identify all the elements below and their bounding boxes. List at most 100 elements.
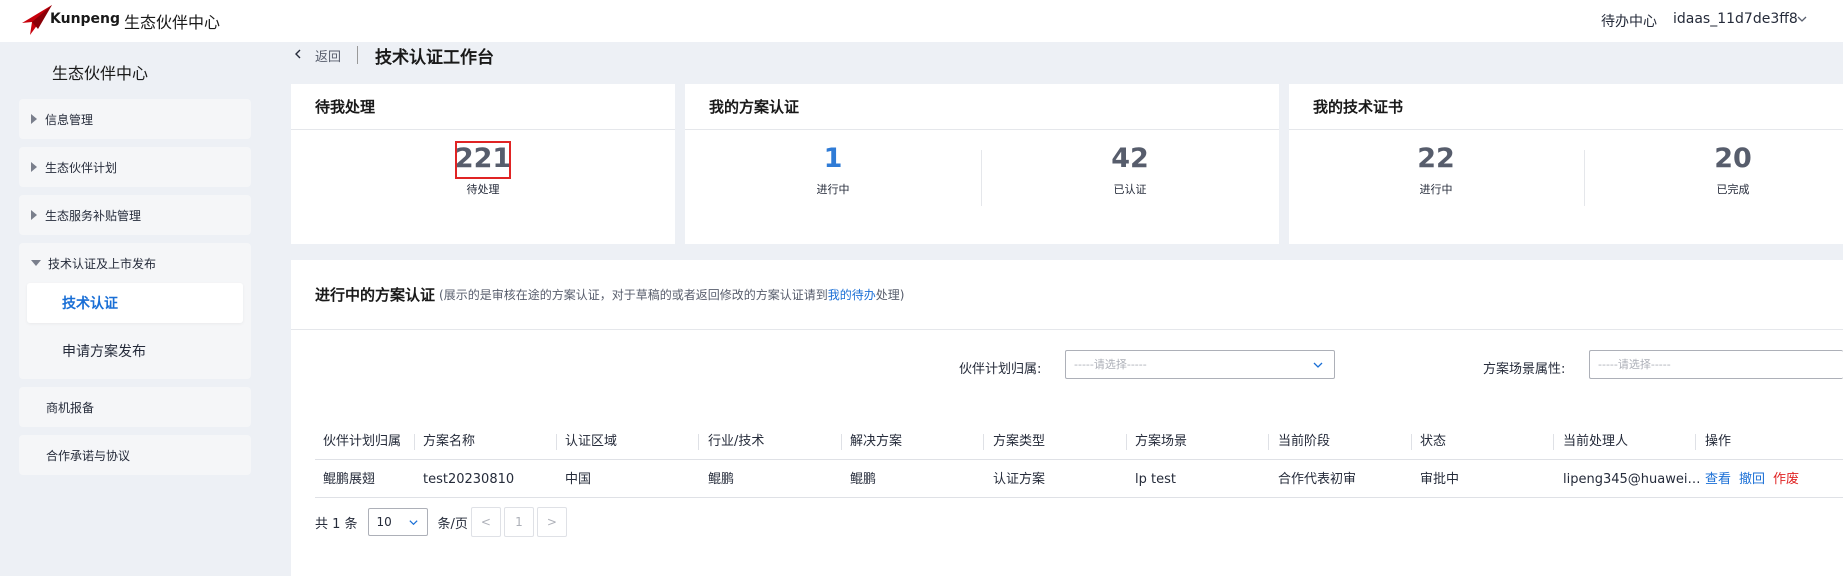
panel-title: 进行中的方案认证 bbox=[315, 286, 436, 304]
sidebar-group-label: 技术认证及上市发布 bbox=[48, 256, 157, 271]
column-header: 方案场景 bbox=[1135, 434, 1188, 449]
chevron-down-icon bbox=[1313, 362, 1323, 368]
divider bbox=[1553, 434, 1554, 450]
filter-label-scene: 方案场景属性: bbox=[1483, 362, 1566, 377]
sidebar-item-apply-release[interactable]: 申请方案发布 bbox=[27, 331, 243, 371]
back-link[interactable]: 返回 bbox=[315, 46, 341, 65]
divider bbox=[981, 150, 982, 206]
my-todo-link[interactable]: 我的待办 bbox=[828, 288, 876, 302]
sidebar-group-label: 生态服务补贴管理 bbox=[45, 208, 142, 223]
sidebar-title: 生态伙伴中心 bbox=[52, 64, 149, 83]
divider bbox=[983, 434, 984, 450]
plan-select[interactable]: -----请选择----- bbox=[1065, 350, 1335, 379]
prev-page-button[interactable]: < bbox=[470, 507, 501, 537]
stat-number[interactable]: 20 bbox=[1683, 142, 1783, 176]
stat-number[interactable]: 42 bbox=[1080, 142, 1180, 176]
column-header: 状态 bbox=[1420, 434, 1447, 449]
divider bbox=[556, 434, 557, 450]
card-title: 待我处理 bbox=[291, 84, 675, 130]
caret-right-icon bbox=[31, 210, 37, 220]
chevron-left-icon[interactable] bbox=[292, 48, 304, 60]
sidebar-group-label: 信息管理 bbox=[45, 112, 94, 127]
sidebar-group-header[interactable]: 信息管理 bbox=[19, 99, 251, 139]
card-title: 我的技术证书 bbox=[1289, 84, 1843, 130]
card-solutions: 我的方案认证 1 进行中 42 已认证 bbox=[685, 84, 1279, 244]
stat-done[interactable]: 20 已完成 bbox=[1683, 142, 1783, 197]
stat-label: 待处理 bbox=[466, 183, 500, 196]
divider bbox=[414, 434, 415, 450]
todo-center-link[interactable]: 待办中心 bbox=[1601, 11, 1657, 31]
sidebar-item-tech-cert[interactable]: 技术认证 bbox=[27, 283, 243, 323]
caret-down-icon bbox=[31, 260, 41, 266]
sidebar-group-header[interactable]: 合作承诺与协议 bbox=[19, 435, 251, 475]
panel-header: 进行中的方案认证 (展示的是审核在途的方案认证，对于草稿的或者返回修改的方案认证… bbox=[291, 260, 1843, 330]
table-cell: 鲲鹏展翅 bbox=[323, 472, 376, 487]
column-header: 当前阶段 bbox=[1278, 434, 1331, 449]
void-link[interactable]: 作废 bbox=[1773, 472, 1799, 487]
column-header: 伙伴计划归属 bbox=[323, 434, 402, 449]
in-progress-panel: 进行中的方案认证 (展示的是审核在途的方案认证，对于草稿的或者返回修改的方案认证… bbox=[291, 260, 1843, 576]
page-number-button[interactable]: 1 bbox=[503, 507, 534, 537]
user-menu[interactable]: idaas_11d7de3ff8 bbox=[1673, 11, 1798, 27]
filter-label-plan: 伙伴计划归属: bbox=[959, 362, 1042, 377]
scene-select[interactable]: -----请选择----- bbox=[1589, 350, 1843, 379]
stat-label: 进行中 bbox=[816, 183, 850, 196]
table-cell: lp test bbox=[1135, 472, 1176, 487]
panel-note: (展示的是审核在途的方案认证，对于草稿的或者返回修改的方案认证请到我的待办处理) bbox=[439, 286, 904, 303]
column-header: 认证区域 bbox=[565, 434, 618, 449]
table-row: 鲲鹏展翅 test20230810 中国 鲲鹏 鲲鹏 认证方案 lp test … bbox=[315, 461, 1843, 498]
sidebar-group-header[interactable]: 生态伙伴计划 bbox=[19, 147, 251, 187]
column-header: 当前处理人 bbox=[1563, 434, 1629, 449]
column-header: 操作 bbox=[1705, 434, 1732, 449]
table-header: 伙伴计划归属 方案名称 认证区域 行业/技术 解决方案 方案类型 方案场景 当前… bbox=[315, 423, 1843, 460]
site-title[interactable]: 生态伙伴中心 bbox=[124, 9, 220, 33]
sidebar-group-subsidy[interactable]: 生态服务补贴管理 bbox=[19, 195, 251, 235]
table-cell: 合作代表初审 bbox=[1278, 472, 1357, 487]
sidebar-group-header[interactable]: 技术认证及上市发布 bbox=[19, 243, 251, 283]
sidebar-group-header[interactable]: 商机报备 bbox=[19, 387, 251, 427]
withdraw-link[interactable]: 撤回 bbox=[1739, 472, 1765, 487]
per-page-label: 条/页 bbox=[437, 516, 468, 532]
actions-cell: 查看 撤回 作废 bbox=[1705, 461, 1843, 498]
sidebar-group-agreement[interactable]: 合作承诺与协议 bbox=[19, 435, 251, 475]
sidebar-group-opportunity[interactable]: 商机报备 bbox=[19, 387, 251, 427]
divider bbox=[698, 434, 699, 450]
divider bbox=[1126, 434, 1127, 450]
sidebar-group-tech-cert[interactable]: 技术认证及上市发布 技术认证 申请方案发布 bbox=[19, 243, 251, 379]
sidebar-group-label: 生态伙伴计划 bbox=[45, 160, 118, 175]
table-cell: 中国 bbox=[565, 472, 592, 487]
stat-label: 已认证 bbox=[1113, 183, 1147, 196]
stat-in-progress[interactable]: 1 进行中 bbox=[783, 142, 883, 197]
stat-number[interactable]: 1 bbox=[783, 142, 883, 176]
caret-right-icon bbox=[31, 114, 37, 124]
sidebar-group-header[interactable]: 生态服务补贴管理 bbox=[19, 195, 251, 235]
table-cell: 鲲鹏 bbox=[708, 472, 735, 487]
note-suffix: 处理) bbox=[875, 288, 905, 302]
view-link[interactable]: 查看 bbox=[1705, 472, 1731, 487]
stat-number[interactable]: 22 bbox=[1386, 142, 1486, 176]
kunpeng-logo-icon[interactable] bbox=[18, 3, 54, 37]
top-bar: Kunpeng 生态伙伴中心 待办中心 idaas_11d7de3ff8 bbox=[0, 0, 1843, 42]
page-title: 技术认证工作台 bbox=[375, 48, 494, 68]
brand-name: Kunpeng bbox=[50, 11, 121, 27]
sidebar-group-info[interactable]: 信息管理 bbox=[19, 99, 251, 139]
stat-certified[interactable]: 42 已认证 bbox=[1080, 142, 1180, 197]
divider bbox=[1268, 434, 1269, 450]
chevron-down-icon[interactable] bbox=[1795, 12, 1809, 26]
stat-in-progress[interactable]: 22 进行中 bbox=[1386, 142, 1486, 197]
page-size-select[interactable]: 10 bbox=[367, 508, 428, 536]
divider bbox=[841, 434, 842, 450]
note-prefix: (展示的是审核在途的方案认证，对于草稿的或者返回修改的方案认证请到 bbox=[439, 288, 828, 302]
sidebar-group-partner-plan[interactable]: 生态伙伴计划 bbox=[19, 147, 251, 187]
page-size-value: 10 bbox=[376, 515, 392, 529]
column-header: 解决方案 bbox=[850, 434, 903, 449]
select-placeholder: -----请选择----- bbox=[1598, 358, 1671, 371]
card-pending: 待我处理 221 待处理 bbox=[291, 84, 675, 244]
stat-label: 进行中 bbox=[1419, 183, 1453, 196]
chevron-down-icon bbox=[408, 520, 418, 526]
divider bbox=[1584, 150, 1585, 206]
divider bbox=[357, 46, 358, 64]
divider bbox=[1695, 434, 1696, 450]
table-cell: 鲲鹏 bbox=[850, 472, 877, 487]
next-page-button[interactable]: > bbox=[536, 507, 567, 537]
